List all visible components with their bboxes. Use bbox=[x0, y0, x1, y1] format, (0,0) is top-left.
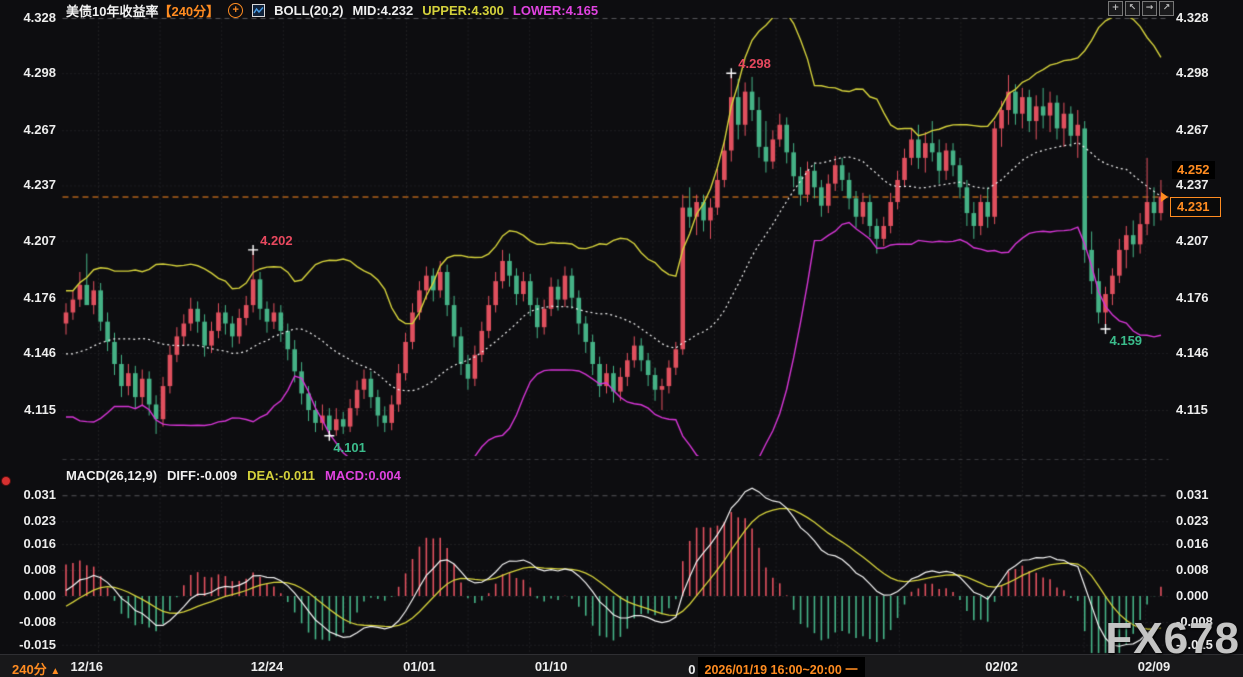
macd-header: MACD(26,12,9) DIFF:-0.009 DEA:-0.011 MAC… bbox=[66, 468, 401, 483]
time-tick: 01/10 bbox=[516, 659, 586, 674]
time-axis-bar: 240分 ▲ 12/1612/2401/0101/1002/0202/09 0 … bbox=[0, 654, 1243, 677]
time-tick: 01/01 bbox=[384, 659, 454, 674]
time-tick: 12/24 bbox=[232, 659, 302, 674]
chart-header: 美债10年收益率 【240分】 + BOLL(20,2) MID:4.232 U… bbox=[66, 1, 598, 20]
zoom-back-icon[interactable]: ↖ bbox=[1125, 1, 1140, 16]
boll-upper-label: UPPER:4.300 bbox=[422, 3, 504, 18]
chart-canvas[interactable] bbox=[0, 0, 1243, 677]
macd-value-label: MACD:0.004 bbox=[325, 468, 401, 483]
session-high-price-label: 4.252 bbox=[1172, 161, 1215, 179]
chart-style-icon[interactable] bbox=[252, 4, 265, 17]
record-dot-icon bbox=[2, 477, 10, 485]
add-indicator-icon[interactable]: + bbox=[228, 3, 243, 18]
scroll-forward-icon[interactable]: → bbox=[1142, 1, 1157, 16]
last-price-arrow-icon bbox=[1161, 192, 1168, 202]
boll-label: BOLL(20,2) bbox=[274, 3, 343, 18]
crosshair-date-text: 2026/01/19 16:00~20:00 一 bbox=[698, 657, 865, 677]
covered-tick-text: 0 bbox=[688, 662, 695, 677]
macd-label: MACD(26,12,9) bbox=[66, 468, 157, 483]
macd-dea-label: DEA:-0.011 bbox=[247, 468, 315, 483]
time-tick: 02/09 bbox=[1119, 659, 1189, 674]
macd-diff-label: DIFF:-0.009 bbox=[167, 468, 237, 483]
interval-tag: 【240分】 bbox=[158, 1, 219, 20]
pan-crosshair-icon[interactable]: + bbox=[1108, 1, 1123, 16]
interval-selector-label: 240分 bbox=[12, 662, 47, 677]
instrument-title: 美债10年收益率 bbox=[66, 1, 158, 20]
boll-lower-label: LOWER:4.165 bbox=[513, 3, 598, 18]
crosshair-date-tooltip: 0 2026/01/19 16:00~20:00 一 bbox=[688, 657, 864, 677]
boll-mid-label: MID:4.232 bbox=[353, 3, 414, 18]
time-tick: 02/02 bbox=[967, 659, 1037, 674]
last-price-label: 4.231 bbox=[1170, 197, 1221, 217]
export-chart-icon[interactable]: ↗ bbox=[1159, 1, 1174, 16]
chart-toolbar: +↖→↗ bbox=[1108, 1, 1174, 16]
chart-window: 美债10年收益率 【240分】 + BOLL(20,2) MID:4.232 U… bbox=[0, 0, 1243, 677]
time-tick: 12/16 bbox=[52, 659, 122, 674]
